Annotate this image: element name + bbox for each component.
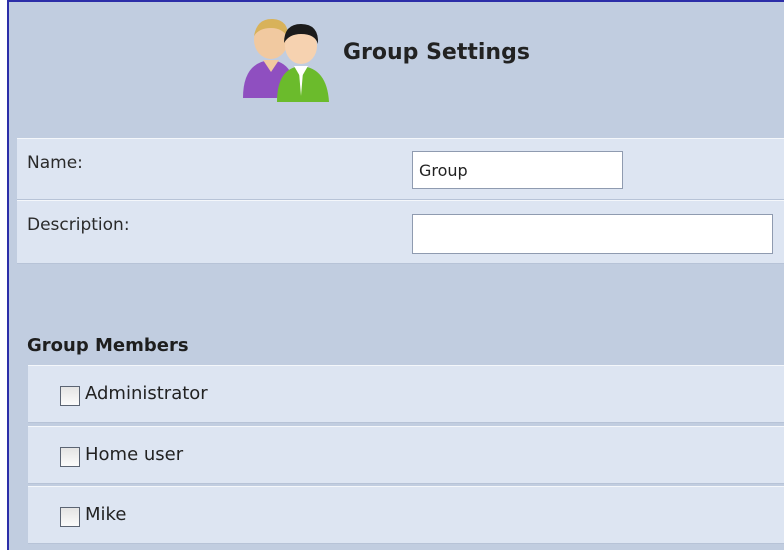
panel-header: Group Settings <box>9 2 784 126</box>
name-label: Name: <box>27 153 83 173</box>
member-row-mike: Mike <box>28 486 784 544</box>
member-label: Home user <box>85 444 184 465</box>
description-field[interactable] <box>412 214 773 254</box>
group-users-icon <box>243 18 329 102</box>
page-title: Group Settings <box>343 40 530 65</box>
description-row: Description: <box>17 200 784 264</box>
member-row-home-user: Home user <box>28 426 784 484</box>
member-label: Mike <box>85 504 127 525</box>
member-row-administrator: Administrator <box>28 365 784 423</box>
group-members-heading: Group Members <box>27 335 189 356</box>
name-row: Name: <box>17 138 784 200</box>
group-settings-panel: Group Settings Name: Description: Group … <box>7 0 784 550</box>
home-user-checkbox[interactable] <box>60 447 80 467</box>
description-label: Description: <box>27 215 130 235</box>
administrator-checkbox[interactable] <box>60 386 80 406</box>
member-label: Administrator <box>85 383 208 404</box>
mike-checkbox[interactable] <box>60 507 80 527</box>
name-field[interactable] <box>412 151 623 189</box>
